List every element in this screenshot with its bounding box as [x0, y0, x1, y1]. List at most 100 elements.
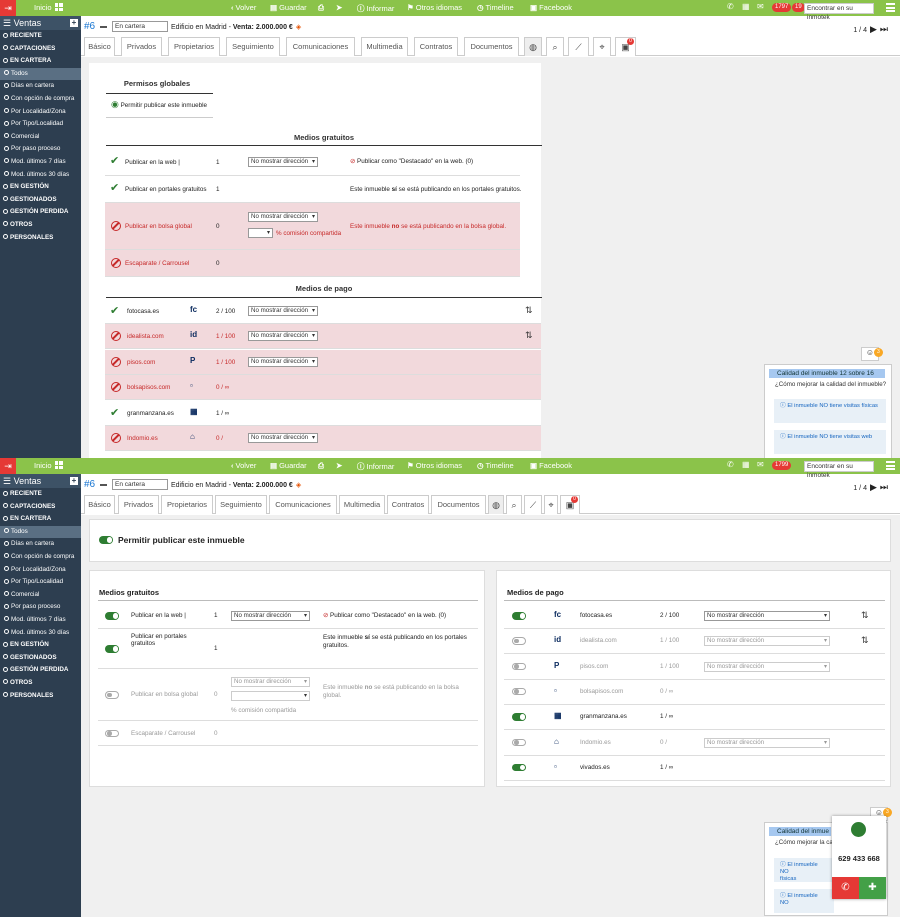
sidebar-item-12[interactable]: EN GESTIÓN: [0, 639, 81, 652]
tab-comunicaciones[interactable]: Comunicaciones: [269, 495, 337, 514]
send-button[interactable]: ➤: [336, 3, 344, 12]
save-button[interactable]: ▤ Guardar: [270, 461, 307, 470]
collapse-icon[interactable]: [100, 26, 107, 28]
address-select[interactable]: No mostrar dirección: [248, 433, 318, 443]
address-select[interactable]: No mostrar dirección: [231, 677, 310, 687]
mail-icon[interactable]: ✉: [757, 2, 764, 11]
ban-icon[interactable]: [111, 331, 121, 342]
tag-icon[interactable]: ◈: [296, 482, 301, 489]
sidebar-header[interactable]: ☰ Ventas +: [0, 474, 81, 488]
ban-icon[interactable]: [111, 382, 121, 393]
tab-seguimiento[interactable]: Seguimiento: [215, 495, 267, 514]
sort-icon[interactable]: ⇅: [525, 305, 533, 316]
sidebar-item-7[interactable]: Por Tipo/Localidad: [0, 118, 81, 131]
sidebar-item-8[interactable]: Comercial: [0, 131, 81, 144]
tab-stats[interactable]: ⟋: [568, 37, 589, 56]
check-icon[interactable]: ✔: [110, 406, 119, 419]
sidebar-item-10[interactable]: Mod. últimos 7 días: [0, 614, 81, 627]
plus-icon[interactable]: +: [70, 477, 78, 485]
publish-toggle[interactable]: [512, 662, 526, 671]
sidebar-item-4[interactable]: Días en cartera: [0, 538, 81, 551]
address-select[interactable]: No mostrar dirección: [248, 331, 318, 342]
ban-icon[interactable]: [111, 356, 121, 367]
address-select[interactable]: No mostrar dirección: [248, 157, 318, 167]
next-icon[interactable]: ▶: [870, 482, 877, 492]
timeline-button[interactable]: ◷ Timeline: [477, 461, 514, 470]
tab-globe[interactable]: ◍: [488, 495, 504, 514]
sidebar-item-4[interactable]: Días en cartera: [0, 80, 81, 93]
check-icon[interactable]: ✔: [110, 154, 119, 167]
sidebar-item-9[interactable]: Por paso proceso: [0, 143, 81, 156]
publish-toggle[interactable]: [105, 691, 119, 699]
sidebar-item-15[interactable]: OTROS: [0, 677, 81, 690]
allow-publish-toggle[interactable]: [99, 536, 113, 544]
tab-propietarios[interactable]: Propietarios: [168, 37, 220, 56]
sidebar-item-13[interactable]: GESTIONADOS: [0, 652, 81, 665]
tab-map[interactable]: ⌖: [593, 37, 611, 56]
quality-tip-visits-web[interactable]: ⓘ El inmueble NO: [774, 889, 834, 913]
sidebar-item-10[interactable]: Mod. últimos 7 días: [0, 156, 81, 169]
status-select[interactable]: En cartera: [112, 21, 168, 32]
quality-tip-visits-web[interactable]: ⓘ El inmueble NO tiene visitas web: [774, 430, 886, 454]
featured-note[interactable]: ⊘ Publicar como "Destacado" en la web. (…: [323, 612, 446, 619]
alerts-badge[interactable]: 19: [792, 1, 805, 12]
home-link[interactable]: Inicio: [34, 3, 63, 12]
address-select[interactable]: No mostrar dirección: [704, 737, 830, 748]
address-select[interactable]: No mostrar dirección: [704, 636, 830, 647]
sidebar-item-12[interactable]: EN GESTIÓN: [0, 181, 81, 194]
sidebar-item-1[interactable]: CAPTACIONES: [0, 43, 81, 56]
sidebar-item-6[interactable]: Por Localidad/Zona: [0, 564, 81, 577]
quality-tip-visits-physical[interactable]: ⓘ El inmueble NO tiene visitas físicas: [774, 399, 886, 423]
back-button[interactable]: ‹ Volver: [231, 461, 256, 470]
tab-multimedia[interactable]: Multimedia: [339, 495, 385, 514]
tab-seguimiento[interactable]: Seguimiento: [226, 37, 280, 56]
add-contact-icon[interactable]: ✚: [859, 877, 886, 899]
plus-icon[interactable]: +: [70, 19, 78, 27]
sidebar-item-14[interactable]: GESTIÓN PERDIDA: [0, 664, 81, 677]
sidebar-item-13[interactable]: GESTIONADOS: [0, 194, 81, 207]
quality-tip-visits-physical[interactable]: ⓘ El inmueble NO físicas: [774, 858, 834, 882]
ban-icon[interactable]: [111, 257, 121, 268]
sidebar-item-3[interactable]: Todos: [0, 67, 81, 81]
calendar-icon[interactable]: ▦: [742, 2, 750, 11]
tag-icon[interactable]: ◈: [296, 24, 301, 31]
languages-button[interactable]: ⚑ Otros idiomas: [407, 461, 462, 470]
publish-toggle[interactable]: [105, 729, 119, 737]
languages-button[interactable]: ⚑ Otros idiomas: [407, 3, 462, 12]
commission-select[interactable]: [231, 691, 310, 701]
tab-privados[interactable]: Privados: [121, 37, 162, 56]
sidebar-item-1[interactable]: CAPTACIONES: [0, 501, 81, 514]
sidebar-item-2[interactable]: EN CARTERA: [0, 55, 81, 68]
sidebar-item-11[interactable]: Mod. últimos 30 días: [0, 627, 81, 640]
call-icon[interactable]: ✆: [832, 877, 859, 899]
mail-icon[interactable]: ✉: [757, 460, 764, 469]
sidebar-item-16[interactable]: PERSONALES: [0, 690, 81, 703]
allow-publish-row[interactable]: ◉ Permitir publicar este inmueble: [111, 99, 207, 110]
tab-globe[interactable]: ◍: [524, 37, 542, 56]
menu-icon[interactable]: [886, 461, 895, 470]
address-select[interactable]: No mostrar dirección: [704, 611, 830, 621]
check-icon[interactable]: ✔: [110, 304, 119, 317]
publish-toggle[interactable]: [512, 763, 526, 772]
publish-toggle[interactable]: [105, 645, 119, 653]
check-icon[interactable]: ✔: [110, 181, 119, 194]
sidebar-item-8[interactable]: Comercial: [0, 589, 81, 602]
tab-search[interactable]: ⌕: [506, 495, 522, 514]
inform-button[interactable]: ⓘ Informar: [357, 461, 394, 472]
exit-icon[interactable]: ⇥: [0, 0, 16, 16]
tab-basico[interactable]: Básico: [84, 495, 115, 514]
robot-icon[interactable]: ☺ 3: [861, 347, 883, 361]
address-select[interactable]: No mostrar dirección: [248, 212, 318, 222]
save-button[interactable]: ▤ Guardar: [270, 3, 307, 12]
sidebar-item-2[interactable]: EN CARTERA: [0, 513, 81, 526]
sidebar-item-5[interactable]: Con opción de compra: [0, 551, 81, 564]
tab-comunicaciones[interactable]: Comunicaciones: [286, 37, 355, 56]
tab-multimedia[interactable]: Multimedia: [361, 37, 408, 56]
tab-alerts[interactable]: ▣ 0: [615, 37, 636, 56]
sidebar-item-6[interactable]: Por Localidad/Zona: [0, 106, 81, 119]
tab-contratos[interactable]: Contratos: [387, 495, 429, 514]
last-icon[interactable]: ⏭: [880, 24, 888, 34]
tab-map[interactable]: ⌖: [544, 495, 558, 514]
sidebar-item-15[interactable]: OTROS: [0, 219, 81, 232]
sort-icon[interactable]: ⇅: [525, 330, 533, 341]
